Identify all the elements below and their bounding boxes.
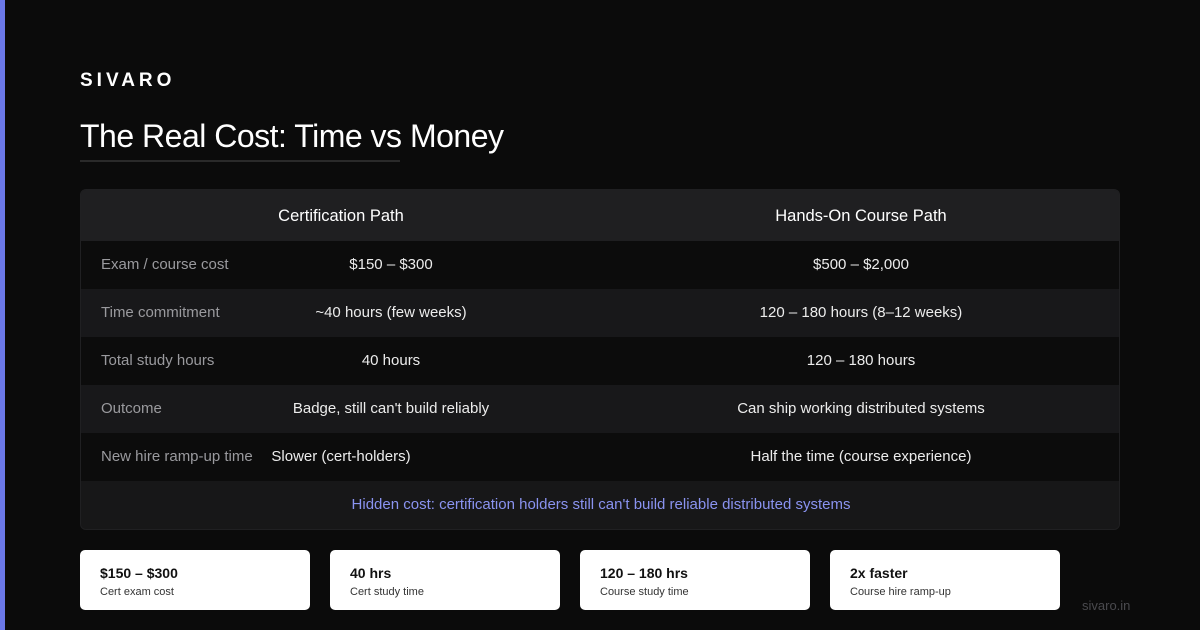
stat-label: Cert exam cost <box>100 586 174 598</box>
stat-label: Cert study time <box>350 586 424 598</box>
accent-bar <box>0 0 5 630</box>
cell-certification: ~40 hours (few weeks) <box>315 304 467 321</box>
row-label: New hire ramp-up time <box>101 448 253 465</box>
row-label: Total study hours <box>101 352 215 369</box>
stat-card-course-study-time: 120 – 180 hrs Course study time <box>580 550 810 610</box>
title-underline <box>80 160 400 162</box>
cell-certification: $150 – $300 <box>349 256 433 273</box>
stat-value: 120 – 180 hrs <box>600 565 688 581</box>
header-certification-path: Certification Path <box>278 207 404 225</box>
row-label: Exam / course cost <box>101 256 229 273</box>
table-row: Time commitment ~40 hours (few weeks) 12… <box>81 289 1119 337</box>
page-title: The Real Cost: Time vs Money <box>80 118 504 154</box>
cell-course: Half the time (course experience) <box>750 448 972 465</box>
stat-card-cert-study-time: 40 hrs Cert study time <box>330 550 560 610</box>
table-row: New hire ramp-up time Slower (cert-holde… <box>81 433 1119 481</box>
table-row: Total study hours 40 hours 120 – 180 hou… <box>81 337 1119 385</box>
stat-label: Course hire ramp-up <box>850 586 951 598</box>
cell-course: 120 – 180 hours (8–12 weeks) <box>759 304 963 321</box>
cell-certification: 40 hours <box>361 352 421 369</box>
site-url: sivaro.in <box>1082 598 1131 613</box>
table-row: Exam / course cost $150 – $300 $500 – $2… <box>81 241 1119 289</box>
row-label: Time commitment <box>101 304 220 321</box>
slide: SIVARO The Real Cost: Time vs Money Cert… <box>0 0 1200 630</box>
cell-course: Can ship working distributed systems <box>737 400 985 417</box>
comparison-table: Certification Path Hands-On Course Path … <box>80 189 1120 530</box>
stat-value: $150 – $300 <box>100 565 178 581</box>
stat-value: 2x faster <box>850 565 908 581</box>
table-row: Outcome Badge, still can't build reliabl… <box>81 385 1119 433</box>
cell-certification: Slower (cert-holders) <box>271 448 411 465</box>
stat-card-cert-exam-cost: $150 – $300 Cert exam cost <box>80 550 310 610</box>
stat-value: 40 hrs <box>350 565 392 581</box>
table-header: Certification Path Hands-On Course Path <box>81 190 1119 241</box>
cell-course: 120 – 180 hours <box>806 352 916 369</box>
hidden-cost-note: Hidden cost: certification holders still… <box>81 481 1119 529</box>
row-label: Outcome <box>101 400 162 417</box>
stat-card-course-ramp-up: 2x faster Course hire ramp-up <box>830 550 1060 610</box>
cell-certification: Badge, still can't build reliably <box>292 400 490 417</box>
brand-logo: SIVARO <box>80 70 176 91</box>
stat-label: Course study time <box>600 586 689 598</box>
header-course-path: Hands-On Course Path <box>775 207 947 225</box>
cell-course: $500 – $2,000 <box>813 256 909 273</box>
